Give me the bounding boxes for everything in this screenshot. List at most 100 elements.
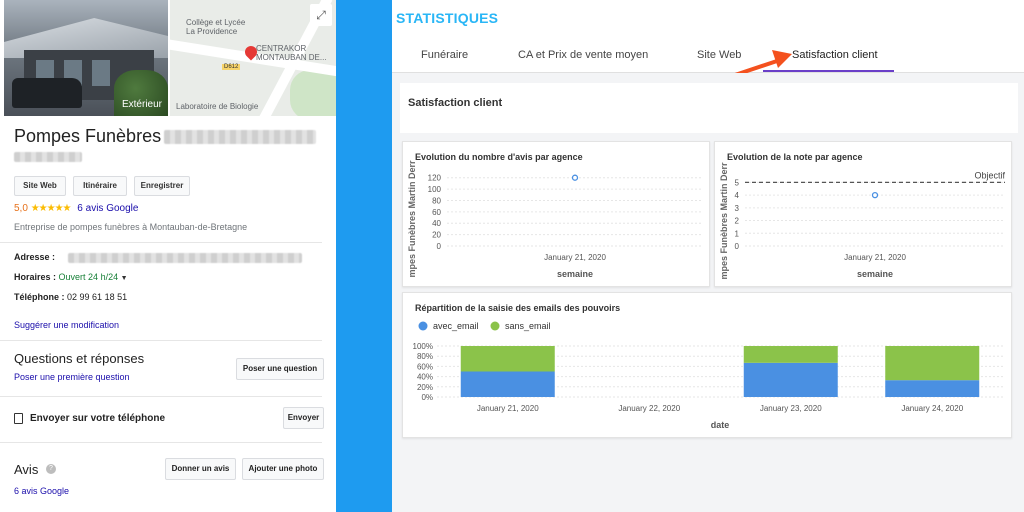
page-title: STATISTIQUES xyxy=(396,10,499,26)
phone-value[interactable]: 02 99 61 18 51 xyxy=(67,292,127,302)
x-axis-label: semaine xyxy=(557,269,593,279)
business-category: Entreprise de pompes funèbres à Montauba… xyxy=(14,222,248,232)
map-road-label: D612 xyxy=(222,64,241,70)
y-tick-label: 3 xyxy=(735,204,740,213)
chevron-down-icon: ▼ xyxy=(120,275,128,282)
blue-separator xyxy=(336,0,392,512)
map-label-centrakor: CENTRAKOR MONTAUBAN DE... xyxy=(256,44,327,62)
y-axis-label: mpes Funèbres Martin Derr xyxy=(407,160,417,278)
business-photo[interactable]: Extérieur xyxy=(4,0,168,116)
save-button[interactable]: Enregistrer xyxy=(134,176,190,196)
ask-question-button[interactable]: Poser une question xyxy=(236,358,324,380)
y-tick-label: 5 xyxy=(735,178,740,187)
map-thumbnail[interactable]: Collège et Lycée La Providence CENTRAKOR… xyxy=(170,0,336,116)
x-tick-label: January 21, 2020 xyxy=(477,404,539,413)
y-tick-label: 0 xyxy=(437,242,442,251)
address-label: Adresse : xyxy=(14,252,56,262)
add-photo-button[interactable]: Ajouter une photo xyxy=(242,458,324,480)
reviews-link-bottom[interactable]: 6 avis Google xyxy=(14,486,69,496)
y-tick-label: 2 xyxy=(735,217,740,226)
redacted-subtitle xyxy=(14,152,82,162)
y-tick-label: 60 xyxy=(432,208,441,217)
map-label-lab: Laboratoire de Biologie xyxy=(176,102,259,111)
qa-title: Questions et réponses xyxy=(14,351,145,366)
y-tick-label: 0 xyxy=(735,242,740,251)
hours-row[interactable]: Horaires : Ouvert 24 h/24 ▼ xyxy=(14,272,128,282)
bar-segment xyxy=(743,362,838,397)
redacted-address xyxy=(68,253,302,263)
tab-satisfaction[interactable]: Satisfaction client xyxy=(792,49,878,61)
chart-card-rating: Evolution de la note par agence mpes Fun… xyxy=(714,141,1012,287)
y-axis-label: mpes Funèbres Martin Derr xyxy=(719,162,729,280)
y-tick-label: 40% xyxy=(417,373,433,382)
reviews-title: Avis xyxy=(14,462,39,477)
hours-value: Ouvert 24 h/24 xyxy=(58,272,119,282)
phone-label: Téléphone : xyxy=(14,292,65,302)
bar-segment xyxy=(885,380,980,397)
write-review-button[interactable]: Donner un avis xyxy=(165,458,236,480)
divider xyxy=(0,442,322,443)
divider xyxy=(0,396,322,397)
rating-value: 5,0 xyxy=(14,203,28,214)
chart-reviews: mpes Funèbres Martin Derr 0 20 40 60 80 100 120… xyxy=(407,160,703,279)
address-row: Adresse : xyxy=(14,252,55,262)
chart-rating: mpes Funèbres Martin Derr 0 1 2 3 4 5 Objectif J… xyxy=(719,162,1005,280)
bar-segment xyxy=(460,346,555,372)
y-tick-label: 0% xyxy=(421,393,433,402)
legend-label: avec_email xyxy=(433,321,479,331)
y-tick-label: 100 xyxy=(428,185,442,194)
x-tick-label: January 21, 2020 xyxy=(844,253,906,262)
bar-segment xyxy=(460,371,555,397)
ask-first-question-link[interactable]: Poser une première question xyxy=(14,372,130,382)
chart-emails: avec_email sans_email 0%20%40% 60%80%100% Ja… xyxy=(413,321,1003,430)
bar-segment xyxy=(885,346,980,381)
y-tick-label: 80% xyxy=(417,352,433,361)
y-tick-label: 60% xyxy=(417,362,433,371)
rating-row: 5,0 ★★★★★ 6 avis Google xyxy=(14,203,138,214)
y-tick-label: 4 xyxy=(735,191,740,200)
website-button[interactable]: Site Web xyxy=(14,176,66,196)
y-tick-label: 100% xyxy=(413,342,433,351)
y-tick-label: 80 xyxy=(432,196,441,205)
x-tick-label: January 23, 2020 xyxy=(760,404,822,413)
divider xyxy=(0,340,322,341)
legend-label: sans_email xyxy=(505,321,551,331)
x-tick-label: January 24, 2020 xyxy=(901,404,963,413)
photo-label: Extérieur xyxy=(121,99,162,110)
legend-marker xyxy=(490,321,500,331)
map-label-college: Collège et Lycée La Providence xyxy=(186,18,246,36)
y-tick-label: 20 xyxy=(432,231,441,240)
data-point xyxy=(571,174,579,181)
help-icon[interactable]: ? xyxy=(46,464,56,474)
y-tick-label: 40 xyxy=(432,219,441,228)
phone-row: Téléphone : 02 99 61 18 51 xyxy=(14,292,127,302)
statistics-dashboard: STATISTIQUES Funéraire CA et Prix de ven… xyxy=(392,0,1024,512)
reviews-link[interactable]: 6 avis Google xyxy=(77,203,138,214)
send-to-phone-label[interactable]: Envoyer sur votre téléphone xyxy=(30,413,165,424)
divider xyxy=(0,242,322,243)
y-tick-label: 120 xyxy=(428,174,442,183)
send-button[interactable]: Envoyer xyxy=(283,407,324,429)
redacted-name xyxy=(164,130,316,144)
tab-funeraire[interactable]: Funéraire xyxy=(421,49,468,61)
suggest-edit-link[interactable]: Suggérer une modification xyxy=(14,320,119,330)
y-tick-label: 1 xyxy=(735,229,740,238)
y-tick-label: 20% xyxy=(417,383,433,392)
section-header: Satisfaction client xyxy=(400,83,1018,133)
x-tick-label: January 21, 2020 xyxy=(544,253,606,262)
chart-card-emails: Répartition de la saisie des emails des … xyxy=(402,292,1012,438)
chart-card-reviews: Evolution du nombre d'avis par agence mp… xyxy=(402,141,710,287)
reference-line-label: Objectif xyxy=(974,170,1005,180)
directions-button[interactable]: Itinéraire xyxy=(73,176,127,196)
hours-label: Horaires : xyxy=(14,272,57,282)
tab-ca-prix[interactable]: CA et Prix de vente moyen xyxy=(518,49,648,61)
google-business-panel: Extérieur Collège et Lycée La Providence… xyxy=(0,0,336,512)
expand-icon[interactable]: ⤢ xyxy=(310,4,332,26)
data-point xyxy=(871,191,879,199)
x-tick-label: January 22, 2020 xyxy=(618,404,680,413)
send-to-phone-icon xyxy=(14,413,23,424)
x-axis-label: date xyxy=(711,420,730,430)
section-title: Satisfaction client xyxy=(408,97,503,109)
legend-marker xyxy=(418,321,428,331)
x-axis-label: semaine xyxy=(857,269,893,279)
